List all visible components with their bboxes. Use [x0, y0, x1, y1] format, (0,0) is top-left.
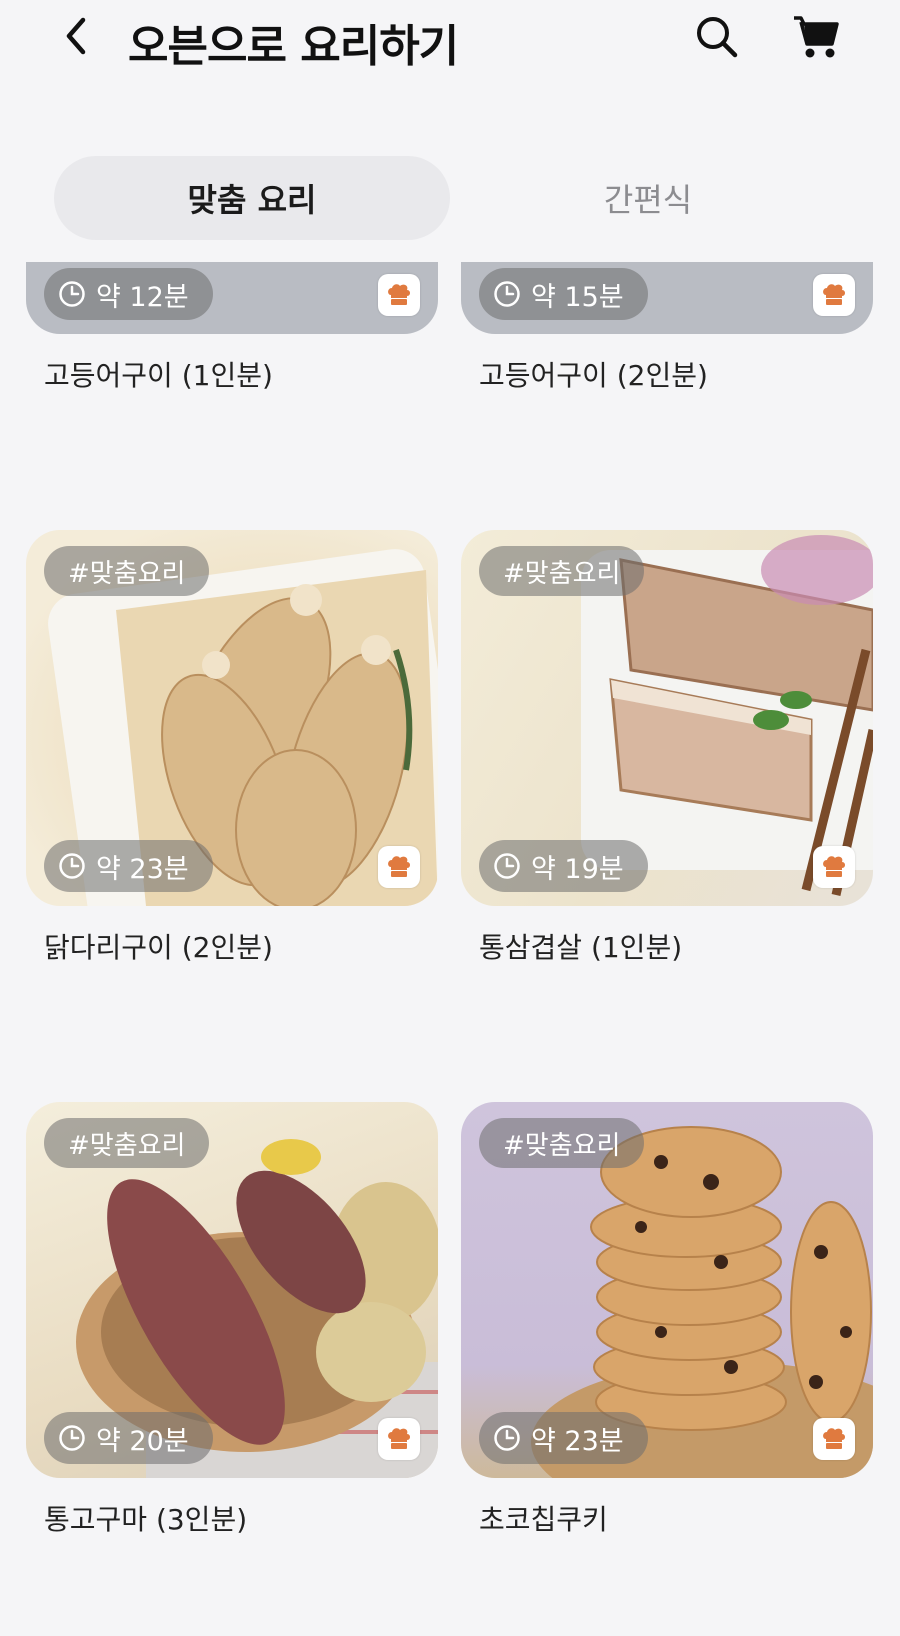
recipe-name: 통고구마 (3인분): [44, 1503, 248, 1536]
tag-badge: #맞춤요리: [44, 1118, 210, 1168]
back-button[interactable]: [52, 12, 100, 60]
search-icon: [697, 17, 738, 58]
recipe-card[interactable]: #맞춤요리 약 20분 통고구마 (3인분): [26, 1102, 438, 1538]
cook-time-badge: 약 19분: [479, 840, 648, 892]
clock-icon: [59, 281, 85, 307]
chef-hat-icon: [378, 846, 420, 888]
search-button[interactable]: [690, 10, 744, 64]
tag-badge: #맞춤요리: [479, 546, 645, 596]
recipe-card[interactable]: 약 15분 고등어구이 (2인분): [461, 262, 873, 394]
recipe-card[interactable]: #맞춤요리 약 19분 통삼겹살 (1인분): [461, 530, 873, 966]
recipe-name: 고등어구이 (2인분): [479, 359, 708, 392]
tag-badge: #맞춤요리: [479, 1118, 645, 1168]
page-title: 오븐으로 요리하기: [128, 21, 459, 72]
chef-hat-icon: [813, 274, 855, 316]
chevron-left-icon: [66, 17, 86, 55]
clock-icon: [59, 853, 85, 879]
cook-time-badge: 약 23분: [479, 1412, 648, 1464]
category-tabs: 맞춤 요리 간편식: [54, 156, 846, 240]
recipe-name: 통삼겹살 (1인분): [479, 931, 683, 964]
tab-custom-cooking[interactable]: 맞춤 요리: [54, 156, 450, 240]
recipe-card[interactable]: #맞춤요리 약 23분 초코칩쿠키: [461, 1102, 873, 1538]
cook-time: 약 20분: [96, 1425, 189, 1457]
recipe-card[interactable]: 약 12분 고등어구이 (1인분): [26, 262, 438, 394]
recipe-image: 약 12분: [26, 262, 438, 334]
cook-time-badge: 약 12분: [44, 268, 213, 320]
recipe-image: #맞춤요리 약 23분: [461, 1102, 873, 1478]
tag-badge: #맞춤요리: [44, 546, 210, 596]
clock-icon: [59, 1425, 85, 1451]
chef-hat-icon: [813, 846, 855, 888]
chef-hat-icon: [813, 1418, 855, 1460]
clock-icon: [494, 1425, 520, 1451]
cook-time-badge: 약 15분: [479, 268, 648, 320]
clock-icon: [494, 853, 520, 879]
chef-hat-icon: [378, 1418, 420, 1460]
cook-time: 약 23분: [531, 1425, 624, 1457]
cook-time-badge: 약 23분: [44, 840, 213, 892]
recipe-image: #맞춤요리 약 20분: [26, 1102, 438, 1478]
recipe-image: #맞춤요리 약 23분: [26, 530, 438, 906]
tab-easy-meal[interactable]: 간편식: [450, 156, 846, 240]
cook-time-badge: 약 20분: [44, 1412, 213, 1464]
recipe-name: 고등어구이 (1인분): [44, 359, 273, 392]
cook-time: 약 12분: [96, 281, 189, 313]
recipe-image: #맞춤요리 약 19분: [461, 530, 873, 906]
recipe-name: 닭다리구이 (2인분): [44, 931, 273, 964]
recipe-card[interactable]: #맞춤요리 약 23분 닭다리구이 (2인분): [26, 530, 438, 966]
cart-button[interactable]: [788, 10, 844, 64]
clock-icon: [494, 281, 520, 307]
chef-hat-icon: [378, 274, 420, 316]
recipe-image: 약 15분: [461, 262, 873, 334]
cart-icon: [794, 16, 839, 58]
top-bar: 오븐으로 요리하기: [0, 0, 900, 80]
recipe-name: 초코칩쿠키: [479, 1503, 608, 1536]
cook-time: 약 23분: [96, 853, 189, 885]
cook-time: 약 19분: [531, 853, 624, 885]
cook-time: 약 15분: [531, 281, 624, 313]
